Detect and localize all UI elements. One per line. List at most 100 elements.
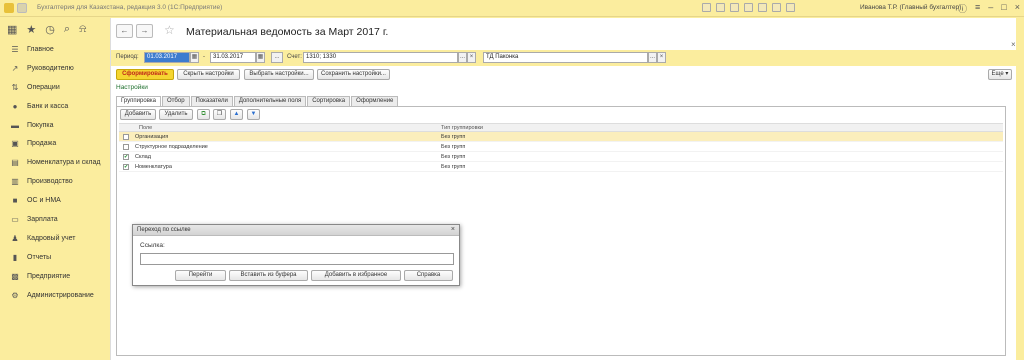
minimize-icon[interactable]: – [988, 2, 993, 15]
settings-tabs: Группировка Отбор Показатели Дополнитель… [116, 96, 399, 106]
info-icon[interactable]: ⓘ [958, 2, 967, 15]
column-field: Поле [139, 125, 153, 131]
grouping-table: Поле Тип группировки Организация Без гру… [119, 123, 1003, 172]
group-icon[interactable]: ⧉ [197, 109, 210, 120]
row-checkbox[interactable] [123, 134, 129, 140]
favorite-star-icon[interactable]: ☆ [164, 23, 175, 37]
link-icon[interactable] [730, 3, 739, 12]
app-menu-icon[interactable] [17, 3, 27, 13]
row-field: Номенклатура [135, 164, 172, 170]
calculator-icon[interactable] [758, 3, 767, 12]
generate-button[interactable]: Сформировать [116, 69, 174, 80]
move-up-icon[interactable]: ▲ [230, 109, 243, 120]
calendar-to-icon[interactable]: ▦ [256, 52, 265, 63]
row-checkbox[interactable] [123, 144, 129, 150]
sidebar-item-admin[interactable]: ⚙ Администрирование [0, 286, 110, 305]
sidebar-toolbar: ▦ ★ ◷ ⌕ ⍾ [0, 18, 110, 40]
period-separator: - [203, 54, 205, 60]
trend-icon: ↗ [11, 63, 19, 73]
print-icon[interactable] [716, 3, 725, 12]
sidebar-item-director[interactable]: ↗ Руководителю [0, 59, 110, 78]
link-input[interactable] [140, 253, 454, 265]
go-button[interactable]: Перейти [175, 270, 226, 281]
row-group-type[interactable]: Без групп [441, 164, 465, 170]
warehouse-input[interactable]: ТД Паконка [483, 52, 648, 63]
row-checkbox[interactable]: ✔ [123, 154, 129, 160]
paste-button[interactable]: Вставить из буфера [229, 270, 308, 281]
close-icon[interactable]: × [1015, 2, 1020, 15]
sidebar-item-enterprise[interactable]: ▩ Предприятие [0, 267, 110, 286]
warehouse-select-button[interactable]: ... [648, 52, 657, 63]
enterprise-icon: ▩ [11, 271, 19, 281]
warehouse-clear-button[interactable]: × [657, 52, 666, 63]
favorites-icon[interactable]: ★ [26, 23, 36, 36]
account-input[interactable]: 1310; 1330 [303, 52, 458, 63]
menu-icon[interactable]: ≡ [975, 2, 980, 15]
add-favorite-button[interactable]: Добавить в избранное [311, 270, 401, 281]
row-group-type[interactable]: Без групп [441, 134, 465, 140]
sidebar-item-bank[interactable]: ● Банк и касса [0, 97, 110, 116]
calendar-icon[interactable] [744, 3, 753, 12]
choose-settings-button[interactable]: Выбрать настройки... [244, 69, 314, 80]
add-button[interactable]: Добавить [120, 109, 156, 120]
link-label: Ссылка: [140, 242, 165, 249]
period-select-button[interactable]: ... [271, 52, 283, 63]
warehouse-icon: ▤ [11, 158, 19, 168]
tab-extra-fields[interactable]: Дополнительные поля [233, 96, 307, 106]
search-icon[interactable]: ⌕ [64, 23, 70, 36]
table-row[interactable]: ✔ Склад Без групп [119, 152, 1003, 162]
sidebar-item-purchase[interactable]: ▬ Покупка [0, 116, 110, 135]
bell-icon[interactable] [786, 3, 795, 12]
sidebar-item-operations[interactable]: ⇅ Операции [0, 78, 110, 97]
sidebar-item-production[interactable]: ▥ Производство [0, 172, 110, 191]
table-row[interactable]: Организация Без групп [119, 132, 1003, 142]
calendar-from-icon[interactable]: ▦ [190, 52, 199, 63]
dialog-close-icon[interactable]: × [451, 226, 455, 233]
row-field: Организация [135, 134, 169, 140]
maximize-icon[interactable]: □ [1001, 2, 1006, 15]
hide-settings-button[interactable]: Скрыть настройки [177, 69, 240, 80]
row-group-type[interactable]: Без групп [441, 144, 465, 150]
tab-appearance[interactable]: Оформление [351, 96, 399, 106]
tab-filter[interactable]: Отбор [162, 96, 190, 106]
account-clear-button[interactable]: × [467, 52, 476, 63]
help-button[interactable]: Справка [404, 270, 453, 281]
current-user[interactable]: Иванова Т.Р. (Главный бухгалтер) [860, 4, 961, 11]
save-settings-button[interactable]: Сохранить настройки... [317, 69, 390, 80]
more-button[interactable]: Еще ▾ [988, 69, 1012, 80]
copy-icon[interactable]: ❐ [213, 109, 226, 120]
table-row[interactable]: ✔ Номенклатура Без групп [119, 162, 1003, 172]
forward-button[interactable]: → [136, 24, 153, 38]
period-from-input[interactable]: 01.03.2017 [144, 52, 190, 63]
move-down-icon[interactable]: ▼ [247, 109, 260, 120]
close-form-icon[interactable]: × [1011, 40, 1016, 49]
grid-menu-icon[interactable]: ▦ [7, 23, 17, 36]
settings-link[interactable]: Настройки [116, 84, 148, 91]
period-to-input[interactable]: 31.03.2017 [210, 52, 256, 63]
account-select-button[interactable]: ... [458, 52, 467, 63]
row-field: Структурное подразделение [135, 144, 208, 150]
history-icon[interactable]: ◷ [45, 23, 55, 36]
sidebar-item-salary[interactable]: ▭ Зарплата [0, 210, 110, 229]
notifications-icon[interactable]: ⍾ [79, 23, 86, 36]
sidebar-item-personnel[interactable]: ♟ Кадровый учет [0, 229, 110, 248]
delete-button[interactable]: Удалить [159, 109, 193, 120]
row-checkbox[interactable]: ✔ [123, 164, 129, 170]
sidebar-item-warehouse[interactable]: ▤ Номенклатура и склад [0, 153, 110, 172]
zoom-icon[interactable] [772, 3, 781, 12]
tab-indicators[interactable]: Показатели [190, 96, 233, 106]
sidebar-item-sales[interactable]: ▣ Продажа [0, 134, 110, 153]
titlebar-tools [702, 3, 795, 12]
tab-grouping[interactable]: Группировка [116, 96, 161, 106]
tab-sorting[interactable]: Сортировка [307, 96, 351, 106]
table-row[interactable]: Структурное подразделение Без групп [119, 142, 1003, 152]
sidebar-item-assets[interactable]: ■ ОС и НМА [0, 191, 110, 210]
main-panel: ← → ☆ Материальная ведомость за Март 201… [110, 18, 1017, 360]
row-group-type[interactable]: Без групп [441, 154, 465, 160]
save-icon[interactable] [702, 3, 711, 12]
sidebar-item-main[interactable]: ☰ Главное [0, 40, 110, 59]
salary-icon: ▭ [11, 214, 19, 224]
sidebar-item-reports[interactable]: ▮ Отчеты [0, 248, 110, 267]
personnel-icon: ♟ [11, 233, 19, 243]
back-button[interactable]: ← [116, 24, 133, 38]
